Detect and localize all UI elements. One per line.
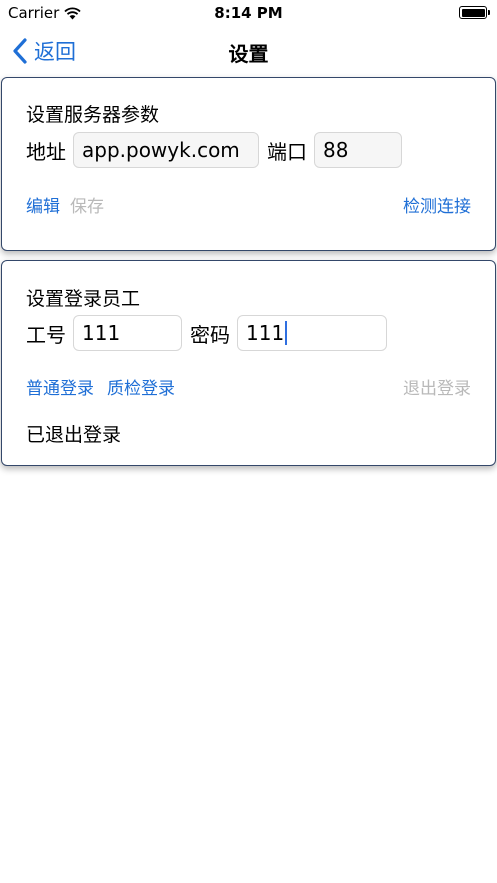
password-value: 111 bbox=[246, 321, 285, 345]
login-settings-card: 设置登录员工 工号 111 密码 111 普通登录 质检登录 退出登录 已退出登… bbox=[1, 260, 496, 466]
server-settings-card: 设置服务器参数 地址 app.powyk.com 端口 88 编辑 保存 检测连… bbox=[1, 77, 496, 251]
normal-login-button[interactable]: 普通登录 bbox=[26, 374, 94, 399]
login-status-text: 已退出登录 bbox=[26, 424, 122, 446]
qc-login-button[interactable]: 质检登录 bbox=[107, 374, 175, 399]
login-settings-title: 设置登录员工 bbox=[26, 288, 141, 310]
password-label: 密码 bbox=[190, 322, 230, 347]
navigation-bar: 返回 设置 bbox=[0, 26, 497, 76]
server-address-row: 地址 app.powyk.com 端口 88 bbox=[26, 132, 410, 168]
logout-button[interactable]: 退出登录 bbox=[403, 374, 471, 399]
page-title: 设置 bbox=[228, 42, 269, 66]
status-bar: Carrier 8:14 PM bbox=[0, 0, 497, 26]
test-connection-button[interactable]: 检测连接 bbox=[403, 192, 471, 217]
text-cursor bbox=[285, 321, 288, 345]
login-credentials-row: 工号 111 密码 111 bbox=[26, 315, 395, 351]
port-label: 端口 bbox=[267, 139, 307, 164]
server-settings-title: 设置服务器参数 bbox=[26, 104, 160, 126]
address-label: 地址 bbox=[26, 139, 66, 164]
address-field[interactable]: app.powyk.com bbox=[73, 132, 259, 168]
battery-icon bbox=[459, 6, 490, 19]
edit-button[interactable]: 编辑 bbox=[26, 192, 60, 217]
port-field[interactable]: 88 bbox=[314, 132, 402, 168]
employee-id-field[interactable]: 111 bbox=[73, 315, 182, 351]
status-time: 8:14 PM bbox=[214, 4, 283, 22]
password-field[interactable]: 111 bbox=[237, 315, 387, 351]
employee-id-label: 工号 bbox=[26, 322, 66, 347]
save-button[interactable]: 保存 bbox=[70, 192, 104, 217]
